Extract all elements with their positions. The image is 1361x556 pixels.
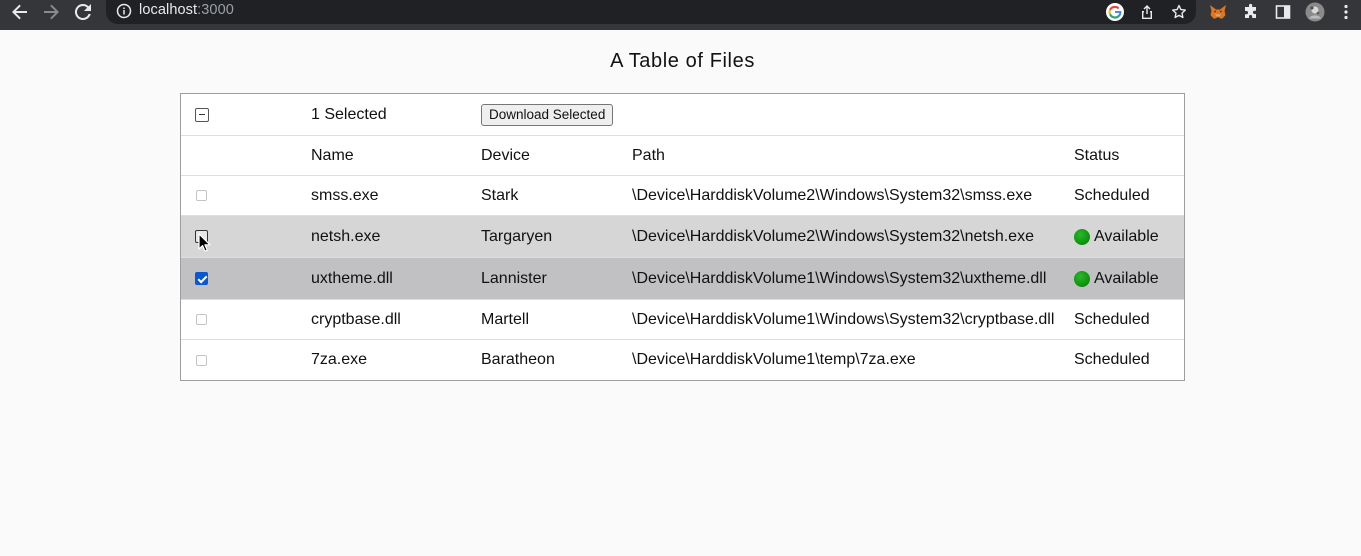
files-table: 1 Selected Download Selected Name Device… (180, 93, 1185, 381)
select-all-cell (195, 94, 209, 135)
row-device: Targaryen (481, 227, 553, 245)
row-checkbox[interactable] (196, 314, 207, 325)
header-status: Status (1074, 146, 1120, 164)
row-path: \Device\HarddiskVolume2\Windows\System32… (632, 186, 1033, 204)
page-title: A Table of Files (610, 50, 755, 72)
available-status-dot-icon (1074, 270, 1090, 287)
row-status: Scheduled (1074, 310, 1150, 328)
row-name: smss.exe (311, 186, 379, 204)
row-path: \Device\HarddiskVolume1\Windows\System32… (632, 310, 1055, 328)
url-port: :3000 (197, 2, 234, 18)
row-status: Available (1094, 269, 1159, 287)
row-checkbox[interactable] (195, 272, 208, 285)
select-all-checkbox[interactable] (195, 107, 209, 122)
address-bar[interactable] (106, 0, 1196, 24)
share-icon[interactable] (1137, 2, 1157, 22)
table-row[interactable]: 7za.exe Baratheon \Device\HarddiskVolume… (181, 340, 1184, 380)
row-path: \Device\HarddiskVolume1\temp\7za.exe (632, 351, 916, 368)
header-path: Path (632, 146, 665, 164)
back-arrow-icon[interactable] (8, 0, 32, 24)
table-row[interactable]: uxtheme.dll Lannister \Device\HarddiskVo… (181, 258, 1184, 300)
row-path: \Device\HarddiskVolume2\Windows\System32… (632, 227, 1034, 245)
row-checkbox-cell (195, 216, 208, 257)
row-checkbox-cell (196, 300, 207, 339)
row-checkbox-cell (195, 258, 208, 299)
download-selected-button[interactable]: Download Selected (481, 103, 614, 126)
row-device: Baratheon (481, 351, 555, 368)
address-bar-url[interactable]: localhost:3000 (139, 2, 234, 18)
table-row[interactable]: netsh.exe Targaryen \Device\HarddiskVolu… (181, 216, 1184, 258)
table-row[interactable]: smss.exe Stark \Device\HarddiskVolume2\W… (181, 176, 1184, 216)
url-host: localhost (139, 2, 198, 18)
profile-avatar-icon[interactable] (1305, 2, 1325, 22)
google-icon[interactable] (1105, 2, 1125, 22)
header-name: Name (311, 146, 354, 164)
table-header-row: Name Device Path Status (181, 136, 1184, 176)
row-device: Lannister (481, 269, 547, 287)
row-device: Stark (481, 186, 519, 204)
row-checkbox[interactable] (195, 230, 208, 243)
selected-count: 1 Selected (311, 105, 387, 123)
extensions-puzzle-icon[interactable] (1241, 2, 1261, 22)
row-path: \Device\HarddiskVolume1\Windows\System32… (632, 269, 1047, 287)
bookmark-star-icon[interactable] (1169, 2, 1189, 22)
row-status: Available (1094, 227, 1159, 245)
row-checkbox-cell (196, 176, 207, 215)
browser-toolbar: localhost:3000 (0, 0, 1361, 30)
row-status-cell: Available (1074, 258, 1159, 299)
row-checkbox[interactable] (196, 354, 207, 366)
more-menu-icon[interactable] (1336, 2, 1356, 22)
row-status-cell: Available (1074, 216, 1159, 257)
row-checkbox-cell (196, 340, 207, 380)
row-name: cryptbase.dll (311, 310, 401, 328)
table-toolbar-row: 1 Selected Download Selected (181, 94, 1184, 136)
download-cell: Download Selected (481, 94, 614, 135)
forward-arrow-icon[interactable] (39, 0, 63, 24)
table-row[interactable]: cryptbase.dll Martell \Device\HarddiskVo… (181, 300, 1184, 340)
row-checkbox[interactable] (196, 190, 207, 201)
row-name: uxtheme.dll (311, 269, 393, 287)
row-device: Martell (481, 310, 530, 328)
header-device: Device (481, 146, 530, 164)
row-status: Scheduled (1074, 186, 1150, 204)
row-name: netsh.exe (311, 227, 381, 245)
row-name: 7za.exe (311, 351, 368, 368)
side-panel-icon[interactable] (1273, 2, 1293, 22)
metamask-fox-icon[interactable] (1208, 2, 1228, 22)
available-status-dot-icon (1074, 228, 1090, 245)
row-status: Scheduled (1074, 351, 1150, 368)
reload-icon[interactable] (71, 0, 95, 24)
site-info-icon[interactable] (116, 3, 132, 19)
